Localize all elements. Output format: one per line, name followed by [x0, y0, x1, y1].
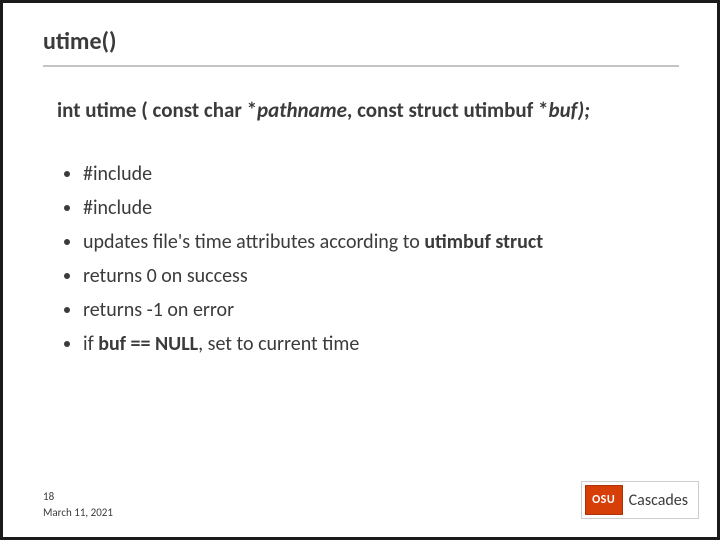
function-signature: int utime ( const char *pathname, const … — [57, 97, 590, 123]
slide: utime() int utime ( const char *pathname… — [3, 3, 717, 537]
list-item: returns 0 on success — [83, 263, 543, 290]
list-item: returns -1 on error — [83, 297, 543, 324]
sig-part-2: , const struct utimbuf * — [347, 97, 549, 123]
list-item: #include — [83, 161, 543, 188]
bullet-list: #include #include updates file's time at… — [61, 161, 543, 365]
sig-part-1: int utime ( const char * — [57, 97, 257, 123]
list-item: #include — [83, 195, 543, 222]
logo-label: Cascades — [629, 491, 698, 510]
slide-title: utime() — [43, 27, 117, 56]
osu-cascades-logo: OSU Cascades — [581, 481, 699, 519]
osu-badge: OSU — [585, 485, 623, 515]
list-item: updates file's time attributes according… — [83, 229, 543, 256]
sig-param-1: pathname — [257, 97, 347, 123]
title-divider — [43, 65, 679, 67]
page-number: 18 — [43, 490, 54, 503]
footer-date: March 11, 2021 — [43, 506, 113, 519]
sig-param-2: buf); — [549, 97, 590, 123]
list-item: if buf == NULL, set to current time — [83, 331, 543, 358]
